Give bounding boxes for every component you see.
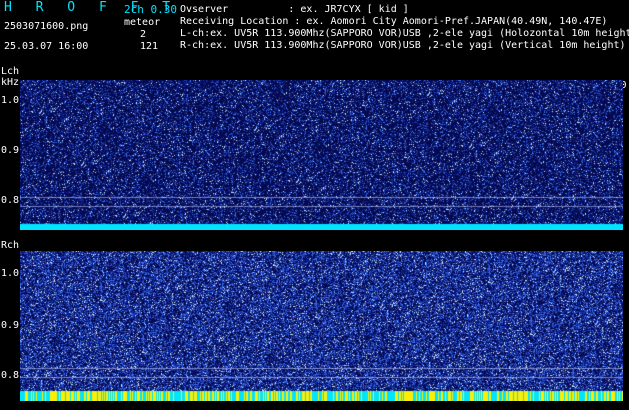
lch-label: Lch <box>1 66 20 77</box>
rch-spectrogram <box>20 251 623 401</box>
count-top: 2 <box>140 29 147 40</box>
count-bottom: 121 <box>140 41 159 52</box>
rch-ytick: 0.9 <box>1 320 20 331</box>
location-line: Receiving Location : ex. Aomori City Aom… <box>180 16 608 27</box>
observer-line: Ovserver : ex. JR7CYX [ kid ] <box>180 4 409 15</box>
lch-ytick: 1.0 <box>1 95 20 106</box>
rch-info-line: R-ch:ex. UV5R 113.900Mhz(SAPPORO VOR)USB… <box>180 40 626 51</box>
lch-spectrogram <box>20 80 623 230</box>
lch-info-line: L-ch:ex. UV5R 113.900Mhz(SAPPORO VOR)USB… <box>180 28 629 39</box>
rch-ytick: 0.8 <box>1 370 20 381</box>
lch-ytick: 0.9 <box>1 145 20 156</box>
rch-label: Rch <box>1 240 20 251</box>
filename-label: 2503071600.png <box>4 21 89 32</box>
khz-unit-label: kHz <box>1 77 20 88</box>
rch-ytick: 1.0 <box>1 268 20 279</box>
lch-ytick: 0.8 <box>1 195 20 206</box>
datetime-label: 25.03.07 16:00 <box>4 41 89 52</box>
mode-label: meteor <box>124 17 161 28</box>
channel-label: 2ch 0.30 <box>124 3 177 16</box>
